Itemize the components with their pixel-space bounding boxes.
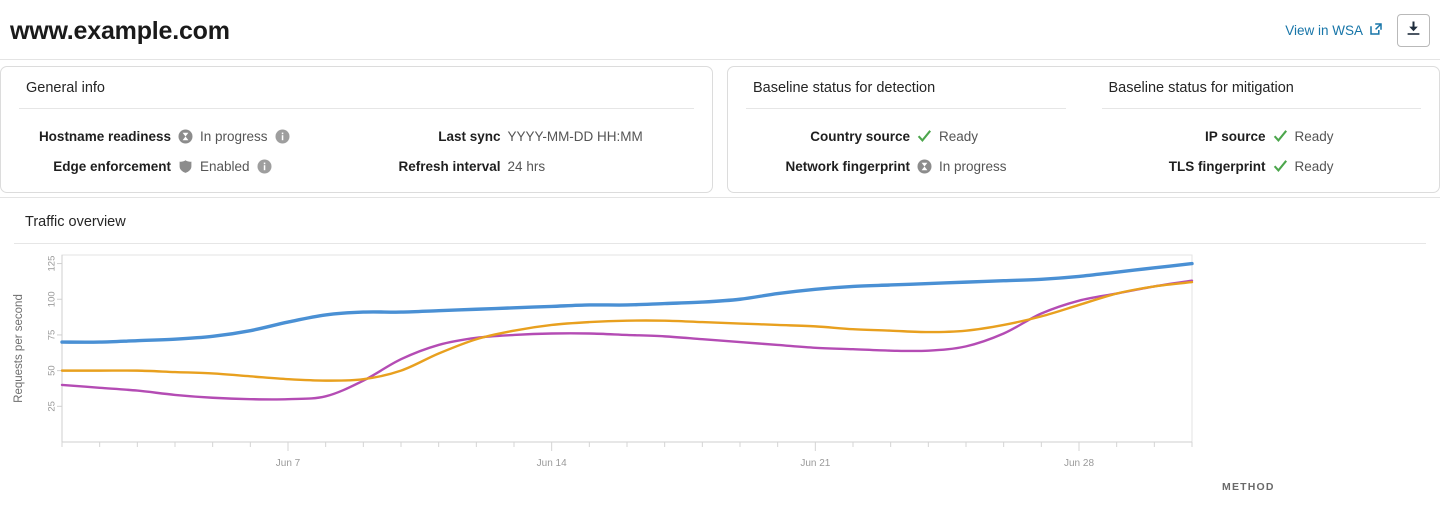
row-network-fingerprint: Network fingerprint In progress: [728, 151, 1084, 181]
general-info-body: Hostname readiness In progress: [1, 109, 712, 181]
legend-item-get[interactable]: GET: [1222, 505, 1294, 512]
network-fingerprint-value: In progress: [939, 159, 1007, 174]
y-tick-label: 25: [47, 401, 58, 412]
y-tick-label: 75: [47, 330, 58, 341]
traffic-chart-svg: 25 50 75 100 125 Requests per second Jun 7 Jun …: [0, 244, 1440, 484]
baseline-dividers: [728, 96, 1439, 109]
y-tick-label: 100: [47, 291, 58, 307]
baseline-status-card: Baseline status for detection Baseline s…: [727, 66, 1440, 193]
download-icon: [1405, 20, 1422, 42]
plot-area: [62, 255, 1192, 442]
tls-fingerprint-value: Ready: [1295, 159, 1334, 174]
row-country-source: Country source Ready: [728, 121, 1084, 151]
baseline-mitigation-title: Baseline status for mitigation: [1084, 67, 1440, 96]
chart-legend: METHOD GETPOSTOTHER: [1222, 481, 1294, 512]
country-source-value: Ready: [939, 129, 978, 144]
baseline-detection-column: Country source Ready Network fingerprint: [728, 109, 1084, 181]
traffic-chart: 25 50 75 100 125 Requests per second Jun 7 Jun …: [0, 244, 1440, 484]
general-info-title: General info: [1, 67, 712, 96]
y-tick-label: 50: [47, 365, 58, 376]
baseline-titles: Baseline status for detection Baseline s…: [728, 67, 1439, 96]
info-icon[interactable]: [257, 159, 272, 174]
edge-enforcement-value: Enabled: [200, 159, 250, 174]
row-last-sync: Last sync YYYY-MM-DD HH:MM: [385, 121, 712, 151]
hostname-readiness-label: Hostname readiness: [1, 129, 171, 144]
row-hostname-readiness: Hostname readiness In progress: [1, 121, 290, 151]
row-edge-enforcement: Edge enforcement Enabled: [1, 151, 290, 181]
x-tick-label: Jun 21: [800, 458, 830, 469]
x-tick-label: Jun 7: [276, 458, 301, 469]
y-axis-title: Requests per second: [13, 294, 25, 403]
check-icon: [1273, 129, 1288, 143]
in-progress-icon: [178, 129, 193, 144]
check-icon: [1273, 159, 1288, 173]
external-link-icon: [1369, 22, 1383, 39]
page-title: www.example.com: [10, 17, 230, 46]
baseline-detection-title: Baseline status for detection: [728, 67, 1084, 96]
row-tls-fingerprint: TLS fingerprint Ready: [1084, 151, 1440, 181]
info-icon[interactable]: [275, 129, 290, 144]
last-sync-value: YYYY-MM-DD HH:MM: [508, 129, 643, 144]
header-actions: View in WSA: [1285, 14, 1430, 47]
baseline-mitigation-column: IP source Ready TLS fingerprint: [1084, 109, 1440, 181]
legend-items: GETPOSTOTHER: [1222, 505, 1294, 512]
legend-title: METHOD: [1222, 481, 1294, 493]
general-info-right-column: Last sync YYYY-MM-DD HH:MM Refresh inter…: [385, 109, 712, 181]
y-tick-label: 125: [47, 256, 58, 272]
check-icon: [917, 129, 932, 143]
general-info-left-column: Hostname readiness In progress: [1, 109, 290, 181]
download-button[interactable]: [1397, 14, 1430, 47]
shield-icon: [178, 159, 193, 174]
x-tick-label: Jun 28: [1064, 458, 1094, 469]
network-fingerprint-label: Network fingerprint: [728, 159, 910, 174]
tls-fingerprint-label: TLS fingerprint: [1084, 159, 1266, 174]
edge-enforcement-label: Edge enforcement: [1, 159, 171, 174]
page-header: www.example.com View in WSA: [0, 0, 1440, 60]
country-source-label: Country source: [728, 129, 910, 144]
row-refresh-interval: Refresh interval 24 hrs: [385, 151, 712, 181]
general-info-card: General info Hostname readiness In progr…: [0, 66, 713, 193]
view-in-wsa-label: View in WSA: [1285, 23, 1363, 38]
ip-source-value: Ready: [1295, 129, 1334, 144]
last-sync-label: Last sync: [385, 129, 501, 144]
view-in-wsa-link[interactable]: View in WSA: [1285, 22, 1383, 39]
traffic-overview-title: Traffic overview: [0, 198, 1440, 230]
refresh-interval-value: 24 hrs: [508, 159, 546, 174]
ip-source-label: IP source: [1084, 129, 1266, 144]
traffic-overview-panel: Traffic overview 25 50 75 100 125 Requests pe…: [0, 197, 1440, 497]
x-tick-label: Jun 14: [537, 458, 567, 469]
info-cards-row: General info Hostname readiness In progr…: [0, 60, 1440, 197]
refresh-interval-label: Refresh interval: [385, 159, 501, 174]
in-progress-icon: [917, 159, 932, 174]
row-ip-source: IP source Ready: [1084, 121, 1440, 151]
hostname-readiness-value: In progress: [200, 129, 268, 144]
baseline-body: Country source Ready Network fingerprint: [728, 109, 1439, 181]
